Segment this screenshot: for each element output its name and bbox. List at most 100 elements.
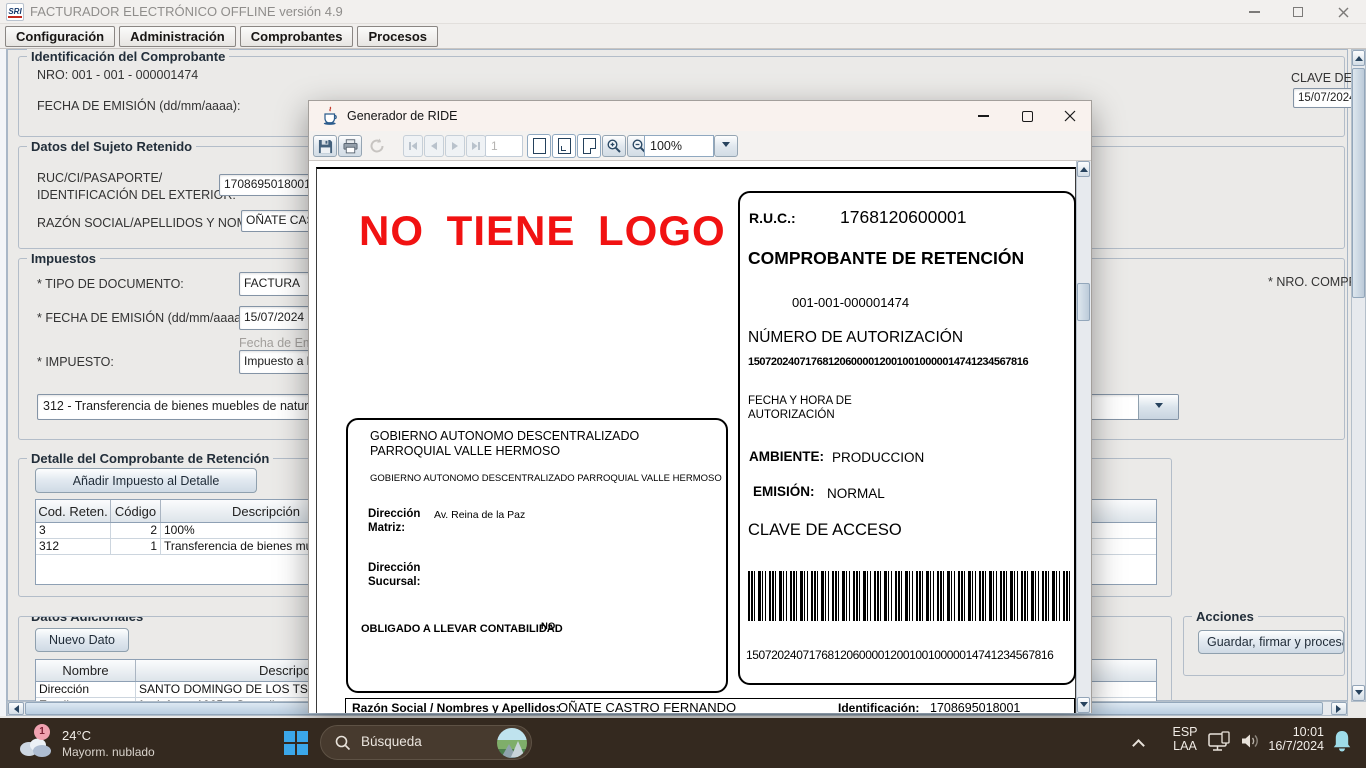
scroll-down-button[interactable] bbox=[1077, 697, 1090, 713]
nav-prev-button[interactable] bbox=[424, 135, 444, 157]
tray-network-button[interactable] bbox=[1208, 731, 1234, 755]
ruc-field[interactable]: 1708695018001 bbox=[219, 174, 311, 196]
dialog-title: Generador de RIDE bbox=[347, 109, 457, 123]
nav-prev-icon bbox=[428, 140, 440, 152]
window-title: FACTURADOR ELECTRÓNICO OFFLINE versión 4… bbox=[30, 4, 343, 19]
tray-clock[interactable]: 10:01 16/7/2024 bbox=[1262, 725, 1324, 761]
group-identificacion-title: Identificación del Comprobante bbox=[27, 49, 229, 65]
nuevo-dato-button[interactable]: Nuevo Dato bbox=[35, 628, 129, 652]
zoom-in-button[interactable] bbox=[602, 135, 626, 157]
down-arrow-icon bbox=[1080, 702, 1088, 711]
vertical-scrollbar[interactable] bbox=[1351, 49, 1366, 702]
vertical-scroll-thumb[interactable] bbox=[1352, 68, 1365, 298]
doc-obligado-value: NO bbox=[541, 621, 555, 632]
page-single-icon bbox=[533, 138, 546, 154]
doc-auth-label: NÚMERO DE AUTORIZACIÓN bbox=[748, 329, 963, 347]
dialog-close-button[interactable] bbox=[1049, 101, 1091, 131]
cell-nombre: Dirección bbox=[36, 682, 136, 697]
weather-widget[interactable]: 1 24°C Mayorm. nublado bbox=[8, 720, 258, 766]
nav-next-icon bbox=[449, 140, 461, 152]
doc-dir-matriz-label1: Dirección bbox=[368, 508, 420, 520]
dialog-toolbar: 1 bbox=[309, 131, 1091, 161]
save-icon bbox=[318, 139, 333, 154]
page-fit-icon bbox=[558, 138, 571, 154]
save-button[interactable] bbox=[313, 135, 337, 157]
print-button[interactable] bbox=[338, 135, 362, 157]
refresh-button[interactable] bbox=[366, 135, 388, 157]
maximize-icon bbox=[1022, 111, 1033, 122]
doc-emision-value: NORMAL bbox=[827, 486, 885, 501]
anadir-impuesto-button[interactable]: Añadir Impuesto al Detalle bbox=[35, 468, 257, 493]
taskbar: 1 24°C Mayorm. nublado Búsqueda bbox=[0, 718, 1366, 768]
search-box[interactable]: Búsqueda bbox=[320, 725, 532, 760]
menu-administracion[interactable]: Administración bbox=[119, 26, 236, 47]
layout-width-button[interactable] bbox=[577, 134, 601, 158]
doc-dir-sucursal-label1: Dirección bbox=[368, 562, 420, 574]
group-acciones: Acciones Guardar, firmar y procesa bbox=[1183, 616, 1345, 676]
dialog-vertical-scrollbar[interactable] bbox=[1076, 161, 1091, 713]
maximize-button[interactable] bbox=[1276, 0, 1320, 24]
cell-codreten: 3 bbox=[36, 523, 111, 538]
zoom-level-field[interactable]: 100% bbox=[644, 135, 714, 157]
search-daily-image[interactable] bbox=[497, 728, 527, 758]
guardar-firmar-button[interactable]: Guardar, firmar y procesa bbox=[1198, 630, 1344, 654]
scroll-up-button[interactable] bbox=[1352, 50, 1365, 66]
language-top: ESP bbox=[1166, 725, 1204, 739]
layout-fit-button[interactable] bbox=[552, 134, 576, 158]
dialog-maximize-button[interactable] bbox=[1005, 101, 1049, 131]
cell-codigo: 1 bbox=[111, 539, 161, 554]
doc-emisor-name: GOBIERNO AUTONOMO DESCENTRALIZADO PARROQ… bbox=[370, 429, 715, 459]
cell-codigo: 2 bbox=[111, 523, 161, 538]
fecha-emision-label: FECHA DE EMISIÓN (dd/mm/aaaa): bbox=[37, 99, 241, 114]
cell-codreten: 312 bbox=[36, 539, 111, 554]
minimize-icon bbox=[1249, 11, 1260, 13]
scroll-left-button[interactable] bbox=[8, 702, 24, 715]
adicionales-col-nombre[interactable]: Nombre bbox=[36, 660, 136, 681]
doc-info-box: R.U.C.: 1768120600001 COMPROBANTE DE RET… bbox=[738, 191, 1076, 685]
dialog-titlebar[interactable]: Generador de RIDE bbox=[309, 101, 1091, 131]
close-icon bbox=[1338, 7, 1349, 18]
dialog-minimize-button[interactable] bbox=[961, 101, 1005, 131]
doc-emisor-name2: GOBIERNO AUTONOMO DESCENTRALIZADO PARROQ… bbox=[370, 473, 722, 484]
minimize-button[interactable] bbox=[1232, 0, 1276, 24]
desktop: SRI FACTURADOR ELECTRÓNICO OFFLINE versi… bbox=[0, 0, 1366, 768]
zoom-dropdown-button[interactable] bbox=[714, 135, 738, 157]
doc-fecha-hora-line2: AUTORIZACIÓN bbox=[748, 409, 835, 421]
volume-icon bbox=[1240, 732, 1262, 750]
scroll-up-button[interactable] bbox=[1077, 161, 1090, 177]
scroll-right-button[interactable] bbox=[1331, 702, 1347, 715]
page-number-field[interactable]: 1 bbox=[485, 135, 523, 157]
tray-notification-button[interactable] bbox=[1330, 728, 1358, 758]
menu-procesos[interactable]: Procesos bbox=[357, 26, 438, 47]
weather-badge: 1 bbox=[34, 724, 50, 740]
layout-single-button[interactable] bbox=[527, 134, 551, 158]
scroll-down-button[interactable] bbox=[1352, 685, 1365, 701]
menu-comprobantes[interactable]: Comprobantes bbox=[240, 26, 354, 47]
detalle-col-codigo[interactable]: Código bbox=[111, 500, 161, 522]
bell-icon bbox=[1330, 728, 1354, 754]
doc-emision-label: EMISIÓN: bbox=[753, 484, 815, 499]
doc-clave-label: CLAVE DE ACCESO bbox=[748, 521, 902, 540]
start-button[interactable] bbox=[278, 724, 314, 762]
nav-last-button[interactable] bbox=[466, 135, 486, 157]
dialog-scroll-thumb[interactable] bbox=[1077, 283, 1090, 321]
menu-configuracion[interactable]: Configuración bbox=[5, 26, 115, 47]
tray-language-button[interactable]: ESP LAA bbox=[1166, 725, 1204, 761]
group-detalle-title: Detalle del Comprobante de Retención bbox=[27, 451, 273, 467]
doc-razon-value: OÑATE CASTRO FERNANDO bbox=[558, 700, 736, 713]
nav-next-button[interactable] bbox=[445, 135, 465, 157]
chevron-up-icon bbox=[1132, 739, 1145, 752]
detalle-col-codreten[interactable]: Cod. Reten. bbox=[36, 500, 111, 522]
preview-area: NO TIENE LOGO R.U.C.: 1768120600001 COMP… bbox=[309, 161, 1076, 713]
java-icon bbox=[321, 106, 339, 126]
document-page: NO TIENE LOGO R.U.C.: 1768120600001 COMP… bbox=[316, 167, 1076, 713]
left-arrow-icon bbox=[10, 705, 19, 713]
tray-chevron-button[interactable] bbox=[1124, 726, 1152, 760]
clave-fecha-field[interactable]: 15/07/2024 bbox=[1293, 88, 1353, 108]
refresh-icon bbox=[369, 138, 385, 154]
main-titlebar[interactable]: SRI FACTURADOR ELECTRÓNICO OFFLINE versi… bbox=[0, 0, 1366, 24]
down-arrow-icon bbox=[1355, 690, 1363, 699]
nav-first-button[interactable] bbox=[403, 135, 423, 157]
close-button[interactable] bbox=[1320, 0, 1366, 24]
combo-dropdown-button[interactable] bbox=[1138, 395, 1178, 419]
